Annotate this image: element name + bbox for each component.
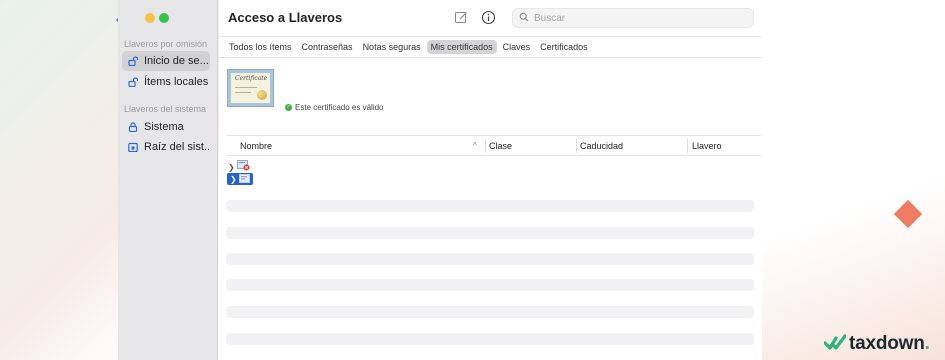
tab-mis-certificados[interactable]: Mis certificados xyxy=(426,40,497,54)
brand-name: taxdown. xyxy=(849,333,930,354)
sidebar-heading-default: Llaveros por omisión xyxy=(124,39,208,49)
certificate-image-lettering: Certificate xyxy=(235,75,268,82)
sidebar-item-sistema[interactable]: Sistema xyxy=(122,117,210,137)
table-row-selected[interactable]: ❯ xyxy=(227,173,253,185)
column-header-caducidad[interactable]: Caducidad xyxy=(580,141,623,151)
table-top-divider xyxy=(226,135,761,136)
search-field[interactable] xyxy=(512,8,754,28)
sidebar-item-label: Inicio de se... xyxy=(144,55,209,67)
sidebar-item-items-locales[interactable]: Ítems locales xyxy=(122,72,210,92)
taxdown-logo: taxdown. xyxy=(823,333,930,355)
taxdown-checkmark-icon xyxy=(823,334,847,354)
tabs-divider xyxy=(219,57,762,58)
sidebar-item-label: Raíz del sist... xyxy=(144,141,210,153)
certificate-status-text: Este certificado es válido xyxy=(295,103,384,112)
tab-contrasenas[interactable]: Contraseñas xyxy=(298,40,357,54)
empty-row-stripe xyxy=(226,333,754,345)
tab-claves[interactable]: Claves xyxy=(499,40,535,54)
sidebar-heading-system: Llaveros del sistema xyxy=(124,104,207,114)
category-tabs: Todos los ítems Contraseñas Notas segura… xyxy=(225,40,592,54)
unlocked-padlock-icon xyxy=(128,77,138,87)
edit-icon[interactable] xyxy=(454,10,469,25)
empty-row-stripe xyxy=(226,200,754,212)
empty-row-stripe xyxy=(226,227,754,239)
column-header-nombre[interactable]: Nombre xyxy=(240,141,272,151)
certificate-icon xyxy=(239,170,250,188)
zoom-window-button[interactable] xyxy=(159,13,169,23)
info-icon[interactable] xyxy=(481,10,496,25)
table-header-divider xyxy=(226,155,761,156)
locked-cabinet-icon xyxy=(128,142,138,152)
sort-ascending-icon[interactable]: ^ xyxy=(473,141,477,150)
locked-padlock-icon xyxy=(128,122,138,132)
column-header-llavero[interactable]: Llavero xyxy=(692,141,722,151)
tab-todos-los-items[interactable]: Todos los ítems xyxy=(225,40,296,54)
sidebar-item-inicio-de-sesion[interactable]: Inicio de se... xyxy=(122,51,210,71)
empty-row-stripe xyxy=(226,279,754,291)
disclosure-chevron-icon[interactable]: ❯ xyxy=(228,163,237,172)
empty-row-stripe xyxy=(226,306,754,318)
certificate-preview-image: Certificate xyxy=(227,69,274,107)
sidebar-item-raiz-del-sistema[interactable]: Raíz del sist... xyxy=(122,137,210,157)
tab-notas-seguras[interactable]: Notas seguras xyxy=(359,40,425,54)
sidebar-item-label: Sistema xyxy=(144,121,184,133)
window-title: Acceso a Llaveros xyxy=(228,10,343,25)
toolbar-divider xyxy=(219,36,762,37)
certificate-seal-icon xyxy=(257,90,267,100)
certificate-status: ✓ Este certificado es válido xyxy=(285,103,384,112)
empty-row-stripe xyxy=(226,253,754,265)
sidebar-item-label: Ítems locales xyxy=(144,76,209,88)
search-input[interactable] xyxy=(534,12,734,24)
minimize-window-button[interactable] xyxy=(145,13,155,23)
unlocked-padlock-icon xyxy=(128,56,138,66)
tab-certificados[interactable]: Certificados xyxy=(536,40,592,54)
search-icon xyxy=(519,9,529,27)
disclosure-chevron-icon[interactable]: ❯ xyxy=(230,175,239,184)
valid-check-icon: ✓ xyxy=(285,104,292,111)
column-header-clase[interactable]: Clase xyxy=(489,141,512,151)
